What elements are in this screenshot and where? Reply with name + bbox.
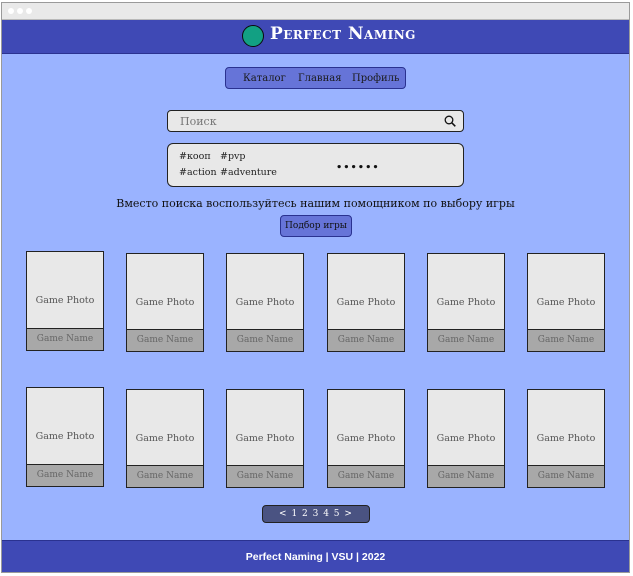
search-placeholder: Поиск xyxy=(180,115,217,128)
game-photo: Game Photo xyxy=(336,297,396,308)
game-name: Game Name xyxy=(528,465,604,487)
game-card[interactable]: Game Photo Game Name xyxy=(327,389,405,488)
nav-item-profile[interactable]: Профиль xyxy=(352,73,399,84)
game-card[interactable]: Game Photo Game Name xyxy=(427,389,505,488)
window-control-dot[interactable] xyxy=(26,8,32,14)
game-card[interactable]: Game Photo Game Name xyxy=(327,253,405,352)
game-card[interactable]: Game Photo Game Name xyxy=(226,253,304,352)
game-photo: Game Photo xyxy=(436,433,496,444)
main-nav: Каталог Главная Профиль xyxy=(225,67,406,89)
game-card[interactable]: Game Photo Game Name xyxy=(226,389,304,488)
game-card[interactable]: Game Photo Game Name xyxy=(527,389,605,488)
more-tags-indicator[interactable]: ...... xyxy=(336,152,380,173)
game-photo: Game Photo xyxy=(235,297,295,308)
browser-window: Perfect Naming Каталог Главная Профиль П… xyxy=(1,2,630,573)
footer-text: Perfect Naming | VSU | 2022 xyxy=(245,551,386,563)
game-photo: Game Photo xyxy=(35,295,95,306)
game-name: Game Name xyxy=(27,464,103,486)
game-card[interactable]: Game Photo Game Name xyxy=(427,253,505,352)
game-photo: Game Photo xyxy=(35,431,95,442)
game-photo: Game Photo xyxy=(536,433,596,444)
game-name: Game Name xyxy=(227,465,303,487)
search-icon[interactable] xyxy=(444,115,456,127)
tag-filter-box: #кооп #pvp #action #adventure ...... xyxy=(167,143,464,187)
game-picker-button[interactable]: Подбор игры xyxy=(280,215,352,237)
game-name: Game Name xyxy=(328,465,404,487)
game-name: Game Name xyxy=(428,465,504,487)
game-photo: Game Photo xyxy=(436,297,496,308)
game-name: Game Name xyxy=(127,329,203,351)
window-titlebar xyxy=(2,3,629,20)
game-photo: Game Photo xyxy=(135,297,195,308)
game-card[interactable]: Game Photo Game Name xyxy=(26,387,104,487)
game-card[interactable]: Game Photo Game Name xyxy=(126,253,204,352)
tag-coop[interactable]: #кооп xyxy=(179,151,211,162)
game-photo: Game Photo xyxy=(336,433,396,444)
helper-hint: Вместо поиска воспользуйтесь нашим помощ… xyxy=(116,197,515,210)
game-name: Game Name xyxy=(528,329,604,351)
nav-item-catalog[interactable]: Каталог xyxy=(243,73,286,84)
game-name: Game Name xyxy=(328,329,404,351)
search-input[interactable]: Поиск xyxy=(167,110,464,132)
tag-action[interactable]: #action xyxy=(179,167,217,178)
window-control-dot[interactable] xyxy=(8,8,14,14)
site-header: Perfect Naming xyxy=(2,20,629,54)
game-photo: Game Photo xyxy=(536,297,596,308)
site-title[interactable]: Perfect Naming xyxy=(270,24,416,44)
game-card[interactable]: Game Photo Game Name xyxy=(527,253,605,352)
game-name: Game Name xyxy=(27,328,103,350)
game-card[interactable]: Game Photo Game Name xyxy=(126,389,204,488)
site-footer: Perfect Naming | VSU | 2022 xyxy=(2,540,629,572)
game-name: Game Name xyxy=(227,329,303,351)
logo-icon[interactable] xyxy=(242,25,264,47)
game-name: Game Name xyxy=(127,465,203,487)
game-name: Game Name xyxy=(428,329,504,351)
game-photo: Game Photo xyxy=(235,433,295,444)
window-control-dot[interactable] xyxy=(17,8,23,14)
nav-item-home[interactable]: Главная xyxy=(298,73,342,84)
pagination[interactable]: < 1 2 3 4 5 > xyxy=(262,505,370,523)
game-photo: Game Photo xyxy=(135,433,195,444)
game-card[interactable]: Game Photo Game Name xyxy=(26,251,104,351)
tag-pvp[interactable]: #pvp xyxy=(220,151,246,162)
tag-adventure[interactable]: #adventure xyxy=(220,167,277,178)
